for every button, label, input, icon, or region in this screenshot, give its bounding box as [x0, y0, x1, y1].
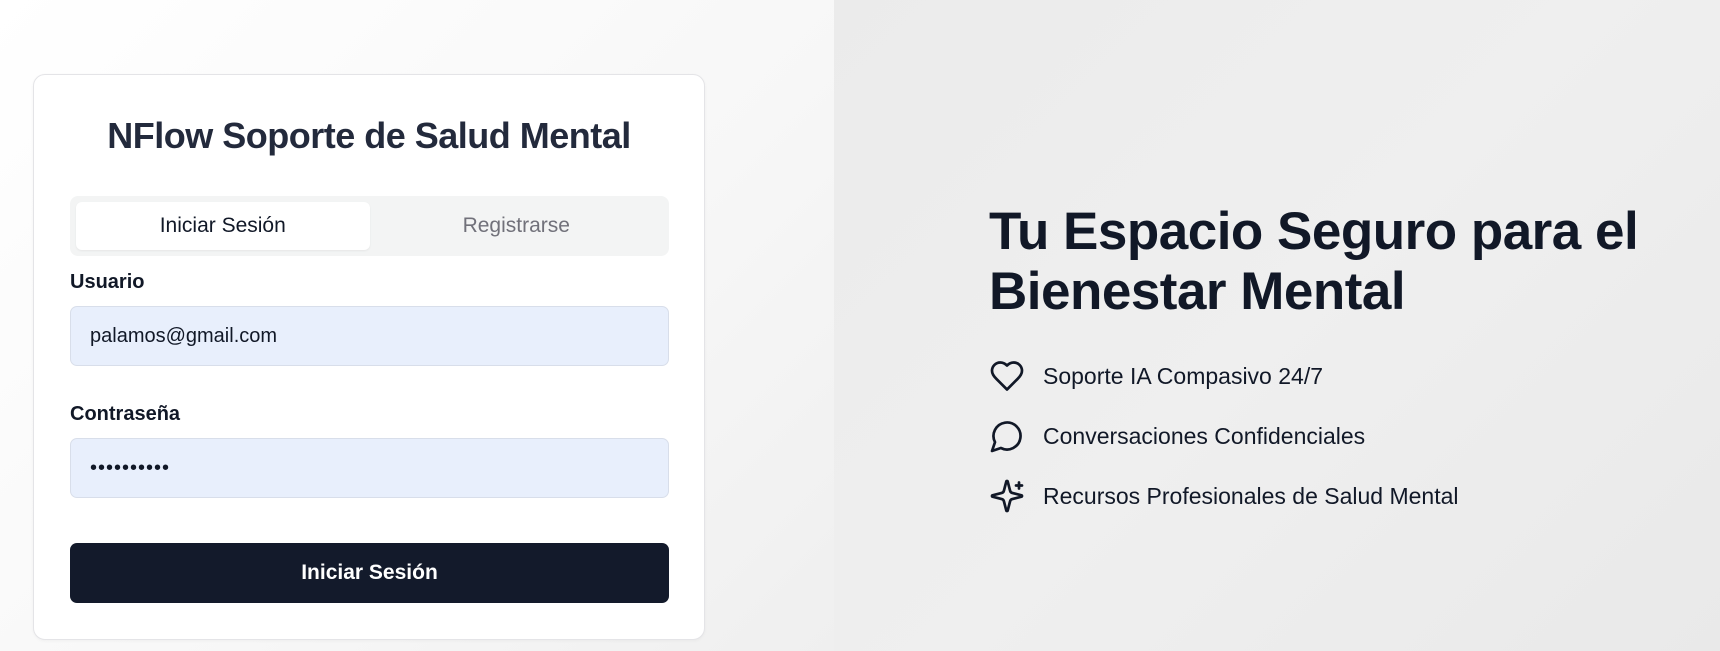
- feature-text: Recursos Profesionales de Salud Mental: [1043, 482, 1459, 509]
- left-pane: NFlow Soporte de Salud Mental Iniciar Se…: [0, 0, 834, 651]
- feature-list: Soporte IA Compasivo 24/7 Conversaciones…: [989, 358, 1689, 514]
- auth-tabs: Iniciar Sesión Registrarse: [70, 196, 669, 256]
- card-title: NFlow Soporte de Salud Mental: [107, 115, 631, 156]
- hero-title-line2: Bienestar Mental: [989, 262, 1406, 321]
- chat-bubble-icon: [989, 418, 1025, 454]
- feature-item: Conversaciones Confidenciales: [989, 418, 1689, 454]
- password-input[interactable]: [70, 438, 669, 498]
- sparkles-icon: [989, 478, 1025, 514]
- login-card: NFlow Soporte de Salud Mental Iniciar Se…: [33, 74, 705, 640]
- heart-icon: [989, 358, 1025, 394]
- tab-login[interactable]: Iniciar Sesión: [76, 202, 370, 250]
- username-label: Usuario: [70, 271, 145, 293]
- username-input[interactable]: [70, 306, 669, 366]
- feature-item: Soporte IA Compasivo 24/7: [989, 358, 1689, 394]
- tab-register[interactable]: Registrarse: [370, 202, 664, 250]
- feature-text: Conversaciones Confidenciales: [1043, 422, 1366, 449]
- login-submit-button[interactable]: Iniciar Sesión: [70, 543, 669, 603]
- right-pane: Tu Espacio Seguro para el Bienestar Ment…: [834, 0, 1720, 651]
- hero-title-line1: Tu Espacio Seguro para el: [989, 202, 1639, 261]
- feature-text: Soporte IA Compasivo 24/7: [1043, 362, 1323, 389]
- password-label: Contraseña: [70, 403, 181, 425]
- page: NFlow Soporte de Salud Mental Iniciar Se…: [0, 0, 1720, 651]
- hero-title: Tu Espacio Seguro para el Bienestar Ment…: [989, 202, 1689, 322]
- hero-section: Tu Espacio Seguro para el Bienestar Ment…: [989, 202, 1689, 538]
- feature-item: Recursos Profesionales de Salud Mental: [989, 478, 1689, 514]
